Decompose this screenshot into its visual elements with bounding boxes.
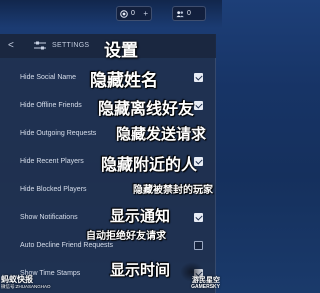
settings-title-cn: 设置: [104, 41, 138, 60]
watermark-left: 蚂蚁快报 微信号:ZHUASANGHAO: [1, 276, 53, 292]
watermark-left-small: 微信号:ZHUASANGHAO: [1, 284, 51, 289]
checkbox[interactable]: [194, 101, 203, 110]
settings-panel: < SETTINGS 设置 Hide Social Name 隐藏姓名 Hide…: [0, 34, 216, 293]
sliders-icon: [34, 41, 46, 50]
coin-icon: [120, 9, 128, 18]
annotation-cn: 显示时间: [110, 262, 171, 279]
setting-label: Hide Social Name: [20, 74, 77, 81]
annotation-cn: 隐藏姓名: [90, 71, 158, 90]
friends-icon: [176, 10, 184, 18]
checkbox[interactable]: [194, 213, 203, 222]
watermark-right-small: GAMERSKY: [191, 284, 220, 290]
annotation-cn: 隐藏离线好友: [98, 101, 195, 118]
setting-label: Hide Recent Players: [20, 158, 84, 165]
watermark-right: 游民星空 GAMERSKY: [176, 277, 220, 291]
add-vbucks-button[interactable]: +: [143, 9, 148, 18]
friends-counter[interactable]: 0: [172, 6, 206, 21]
annotation-cn: 隐藏附近的人: [101, 157, 198, 174]
back-button[interactable]: <: [8, 40, 14, 51]
watermark-right-main: 游民星空: [192, 277, 220, 284]
setting-label: Show Notifications: [20, 214, 78, 221]
setting-label: Hide Outgoing Requests: [20, 130, 97, 137]
setting-label: Hide Offline Friends: [20, 102, 82, 109]
friends-value: 0: [187, 10, 191, 17]
annotation-cn: 隐藏发送请求: [116, 126, 207, 143]
settings-title: SETTINGS: [52, 42, 90, 49]
settings-header: < SETTINGS 设置: [0, 34, 216, 60]
setting-label: Auto Decline Friend Requests: [20, 242, 113, 249]
top-bar: 0 + 0: [0, 0, 222, 28]
checkbox[interactable]: [194, 241, 203, 250]
annotation-cn: 自动拒绝好友请求: [86, 231, 166, 242]
annotation-cn: 显示通知: [110, 208, 171, 225]
annotation-cn: 隐藏被禁封的玩家: [133, 185, 213, 196]
setting-label: Hide Blocked Players: [20, 186, 87, 193]
checkbox[interactable]: [194, 73, 203, 82]
vbucks-value: 0: [131, 10, 135, 17]
watermark-left-main: 蚂蚁快报: [1, 275, 33, 284]
vbucks-counter[interactable]: 0 +: [116, 6, 152, 21]
